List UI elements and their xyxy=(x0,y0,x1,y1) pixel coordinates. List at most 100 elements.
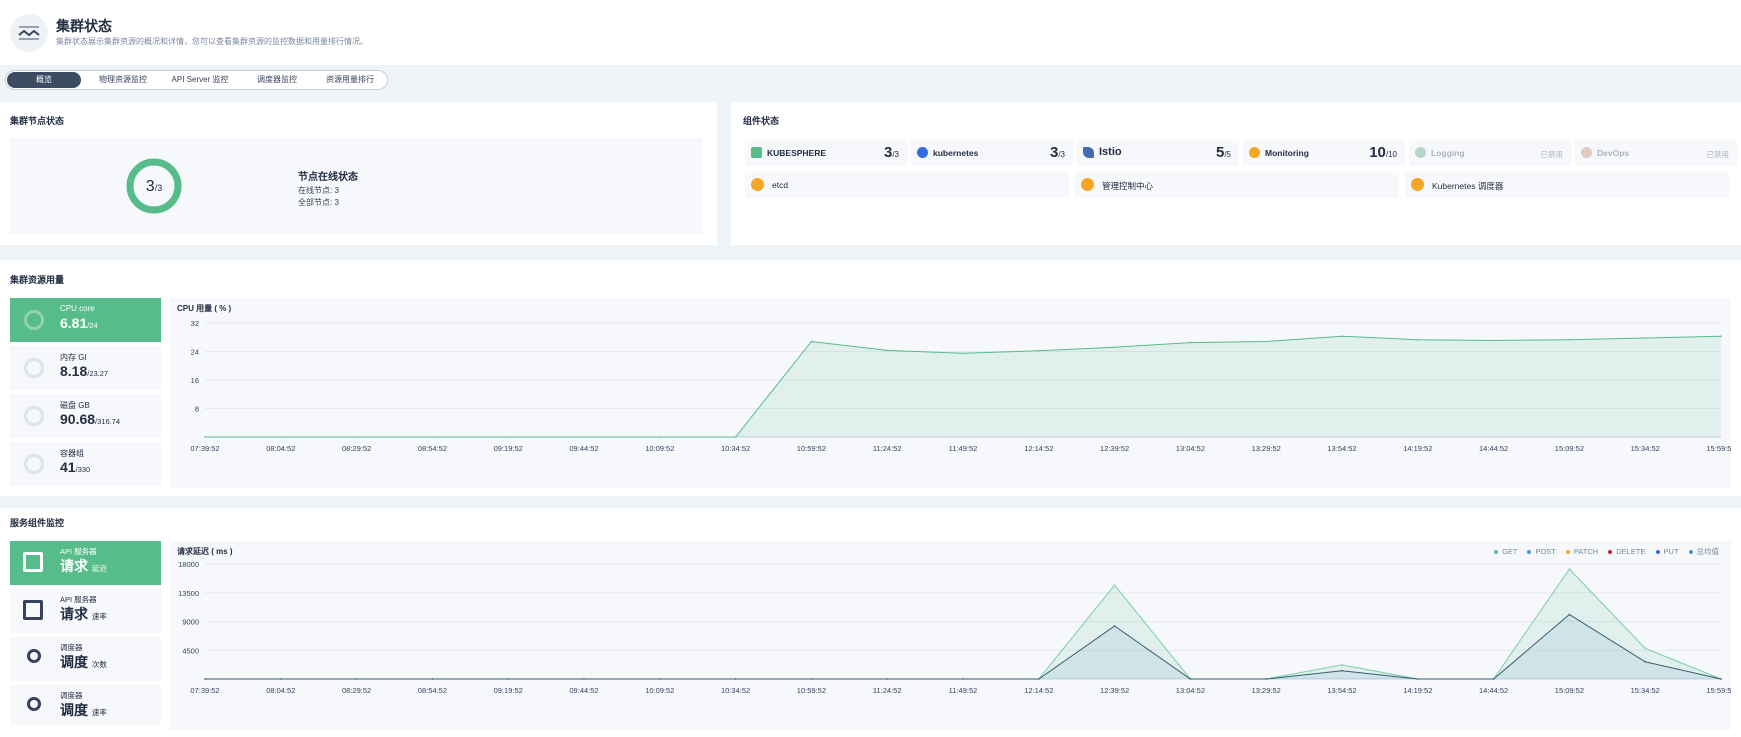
data-point xyxy=(1113,346,1116,349)
data-point xyxy=(1644,660,1646,663)
component-controller-manager[interactable]: 管理控制中心 xyxy=(1075,172,1399,198)
data-point xyxy=(507,678,510,680)
x-tick-label: 15:59:52 xyxy=(1706,686,1731,695)
cpu-chart-panel: CPU 用量 ( % ) 32 24 16 8 07:39:52 08:04:52 08:2… xyxy=(170,298,1731,488)
page-header: 集群状态 集群状态展示集群资源的概况和详情，您可以查看集群资源的监控数据和用量排… xyxy=(0,0,1741,65)
y-tick-label: 16 xyxy=(191,376,199,385)
component-logging[interactable]: Logging 已禁用 xyxy=(1409,140,1571,166)
service-api-rate[interactable]: API 服务器 请求 速率 xyxy=(10,589,161,633)
series-area xyxy=(205,614,1721,679)
x-tick-label: 13:54:52 xyxy=(1327,444,1356,453)
data-point xyxy=(431,678,434,680)
tab-physical-resources[interactable]: 物理资源监控 xyxy=(86,72,160,88)
data-point xyxy=(1568,338,1571,341)
x-tick-label: 08:04:52 xyxy=(266,686,295,695)
component-monitoring[interactable]: Monitoring 10/10 xyxy=(1243,140,1405,166)
data-point xyxy=(810,340,813,343)
request-latency-chart: 18000 13500 9000 4500 07:39:52 08:04:52 08:29:… xyxy=(178,560,1731,695)
x-tick-label: 14:19:52 xyxy=(1403,686,1432,695)
data-point xyxy=(1038,349,1040,352)
data-point xyxy=(1720,678,1722,680)
data-point xyxy=(1113,584,1116,586)
data-point xyxy=(1113,625,1116,627)
x-tick-label: 14:44:52 xyxy=(1479,686,1508,695)
x-tick-label: 08:29:52 xyxy=(342,686,371,695)
data-point xyxy=(734,436,737,438)
logging-icon xyxy=(1415,147,1426,158)
series-line xyxy=(205,613,1722,680)
resource-pods[interactable]: 容器组 41/330 xyxy=(10,442,161,486)
data-point xyxy=(280,436,282,438)
x-tick-label: 11:24:52 xyxy=(873,444,902,453)
data-point xyxy=(1265,678,1267,680)
data-point xyxy=(204,436,206,438)
warning-icon xyxy=(1411,178,1424,191)
resource-memory[interactable]: 内存 GI 8.18/23.27 xyxy=(10,346,161,390)
cpu-usage-ring xyxy=(24,310,44,330)
tab-overview[interactable]: 概览 xyxy=(7,72,81,88)
x-tick-label: 13:29:52 xyxy=(1252,686,1281,695)
x-tick-label: 13:04:52 xyxy=(1176,444,1205,453)
resource-cpu[interactable]: CPU core 6.81/24 xyxy=(10,298,161,342)
x-tick-label: 11:49:52 xyxy=(949,686,978,695)
node-online-title: 节点在线状态 xyxy=(298,172,358,183)
data-point xyxy=(583,678,585,680)
x-tick-label: 10:34:52 xyxy=(721,444,750,453)
service-scheduler-count[interactable]: 调度器 调度 次数 xyxy=(10,637,161,681)
tab-resource-ranking[interactable]: 资源用量排行 xyxy=(312,72,388,88)
data-point xyxy=(431,436,434,438)
component-devops[interactable]: DevOps 已禁用 xyxy=(1575,140,1737,166)
service-monitor-title: 服务组件监控 xyxy=(10,518,65,528)
data-point xyxy=(1341,335,1343,337)
kubernetes-icon xyxy=(917,147,928,158)
x-tick-label: 14:44:52 xyxy=(1479,444,1508,453)
component-kube-scheduler[interactable]: Kubernetes 调度器 xyxy=(1405,172,1729,198)
page-title: 集群状态 xyxy=(56,18,112,34)
data-point xyxy=(1644,647,1646,650)
x-tick-label: 07:39:52 xyxy=(190,686,219,695)
y-tick-label: 9000 xyxy=(182,618,199,627)
data-point xyxy=(583,436,585,438)
devops-icon xyxy=(1581,147,1592,158)
x-tick-label: 10:09:52 xyxy=(645,686,674,695)
node-status-title: 集群节点状态 xyxy=(10,116,65,126)
resource-usage-title: 集群资源用量 xyxy=(10,275,65,285)
data-point xyxy=(659,678,661,680)
x-tick-label: 07:39:52 xyxy=(190,444,219,453)
component-kubesphere[interactable]: KUBESPHERE 3/3 xyxy=(745,140,907,166)
total-nodes-text: 全部节点: 3 xyxy=(298,198,339,207)
data-point xyxy=(886,349,888,352)
tab-bar: 概览 物理资源监控 API Server 监控 调度器监控 资源用量排行 xyxy=(5,70,388,90)
tab-api-server[interactable]: API Server 监控 xyxy=(161,72,239,88)
x-tick-label: 13:54:52 xyxy=(1327,686,1356,695)
tab-scheduler[interactable]: 调度器监控 xyxy=(242,72,312,88)
warning-icon xyxy=(1081,178,1094,191)
data-point xyxy=(1492,339,1495,342)
x-tick-label: 15:09:52 xyxy=(1555,686,1584,695)
x-tick-label: 10:59:52 xyxy=(797,686,826,695)
x-tick-label: 15:59:52 xyxy=(1706,444,1731,453)
data-point xyxy=(962,352,964,355)
component-etcd[interactable]: etcd xyxy=(745,172,1069,198)
istio-icon xyxy=(1083,147,1094,158)
x-tick-label: 12:14:52 xyxy=(1024,444,1053,453)
data-point xyxy=(810,678,813,680)
x-tick-label: 11:24:52 xyxy=(873,686,902,695)
cluster-status-icon xyxy=(10,14,48,52)
component-kubernetes[interactable]: kubernetes 3/3 xyxy=(911,140,1073,166)
resource-disk[interactable]: 磁盘 GB 90.68/316.74 xyxy=(10,394,161,438)
data-point xyxy=(1265,340,1267,343)
data-point xyxy=(1492,678,1495,680)
x-tick-label: 08:54:52 xyxy=(418,686,447,695)
data-point xyxy=(962,678,964,680)
scheduler-icon xyxy=(27,649,41,663)
x-tick-label: 15:34:52 xyxy=(1631,444,1660,453)
component-status-title: 组件状态 xyxy=(743,116,780,126)
component-istio[interactable]: Istio 5/5 xyxy=(1077,140,1239,166)
y-tick-label: 18000 xyxy=(178,560,199,569)
service-scheduler-rate[interactable]: 调度器 调度 速率 xyxy=(10,685,161,725)
x-tick-label: 12:39:52 xyxy=(1100,444,1129,453)
service-api-latency[interactable]: API 服务器 请求 延迟 xyxy=(10,541,161,585)
api-server-icon xyxy=(23,552,43,572)
warning-icon xyxy=(751,178,764,191)
